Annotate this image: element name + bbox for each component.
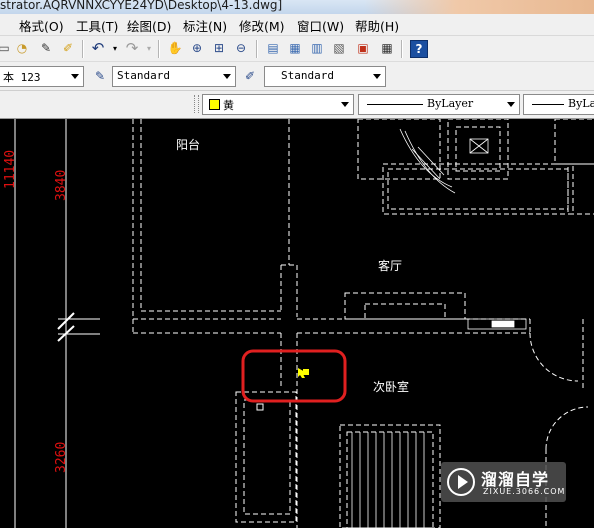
dimension-text-3840: 3840 bbox=[54, 170, 69, 201]
color-select[interactable]: 黄 bbox=[202, 94, 354, 115]
styles-toolbar: 本 123 ✎ Standard ✐ Standard bbox=[0, 62, 594, 91]
room-label-balcony: 阳台 bbox=[176, 137, 200, 152]
zoom-window-icon[interactable]: ⊞ bbox=[211, 40, 227, 56]
chevron-down-icon bbox=[71, 74, 79, 79]
menu-modify[interactable]: 修改(M) bbox=[239, 16, 285, 35]
undo-dropdown-icon[interactable]: ▾ bbox=[107, 40, 123, 56]
menu-draw[interactable]: 绘图(D) bbox=[127, 16, 171, 35]
lineweight-preview bbox=[532, 104, 564, 105]
redo-dropdown-icon[interactable]: ▾ bbox=[141, 40, 157, 56]
table-style-icon[interactable]: ✐ bbox=[242, 68, 258, 84]
sheet-set-icon[interactable]: ▧ bbox=[331, 40, 347, 56]
properties-toolbar: 黄 ByLayer ByLa bbox=[0, 91, 594, 119]
page-setup-icon[interactable]: ▭ bbox=[0, 40, 12, 56]
design-center-icon[interactable]: ▦ bbox=[287, 40, 303, 56]
linetype-preview bbox=[367, 104, 423, 105]
dimension-text-3260: 3260 bbox=[54, 442, 69, 473]
dimension-style-value: Standard bbox=[117, 69, 170, 82]
help-icon[interactable]: ? bbox=[410, 40, 428, 58]
toolbar-separator bbox=[256, 40, 258, 58]
chevron-down-icon bbox=[341, 102, 349, 107]
chevron-down-icon bbox=[373, 74, 381, 79]
properties-icon[interactable]: ▤ bbox=[265, 40, 281, 56]
text-style-select[interactable]: 本 123 bbox=[0, 66, 84, 87]
text-style-value: 本 123 bbox=[3, 71, 41, 84]
zoom-realtime-icon[interactable]: ⊕ bbox=[189, 40, 205, 56]
lineweight-value: ByLa bbox=[568, 97, 594, 110]
play-logo-icon bbox=[447, 468, 475, 496]
markup-icon[interactable]: ▣ bbox=[355, 40, 371, 56]
dimension-style-select[interactable]: Standard bbox=[112, 66, 236, 87]
wardrobe-slats bbox=[351, 432, 425, 528]
redo-icon[interactable]: ↷ bbox=[124, 39, 140, 57]
room-label-bedroom: 次卧室 bbox=[373, 379, 409, 394]
match-properties-icon[interactable]: ✎ bbox=[38, 40, 54, 56]
color-swatch bbox=[209, 99, 220, 110]
toolbar-grip[interactable] bbox=[194, 95, 199, 113]
lineweight-select[interactable]: ByLa bbox=[523, 94, 594, 115]
standard-toolbar: ▭ ◔ ✎ ✐ ↶ ▾ ↷ ▾ ✋ ⊕ ⊞ ⊖ ▤ ▦ ▥ ▧ ▣ ▦ ? bbox=[0, 36, 594, 62]
toolbar-separator bbox=[158, 40, 160, 58]
menu-window[interactable]: 窗口(W) bbox=[297, 16, 344, 35]
linetype-select[interactable]: ByLayer bbox=[358, 94, 520, 115]
table-style-select[interactable]: Standard bbox=[264, 66, 386, 87]
chevron-down-icon bbox=[223, 74, 231, 79]
watermark-subtitle: ZIXUE.3066.COM bbox=[483, 487, 566, 496]
menu-bar: 格式(O) 工具(T) 绘图(D) 标注(N) 修改(M) 窗口(W) 帮助(H… bbox=[0, 14, 594, 36]
cursor-icon bbox=[298, 368, 309, 378]
title-bar-background bbox=[364, 0, 594, 14]
watermark: 溜溜自学 ZIXUE.3066.COM bbox=[441, 462, 566, 502]
linetype-value: ByLayer bbox=[427, 97, 474, 110]
menu-tools[interactable]: 工具(T) bbox=[76, 16, 118, 35]
grip-point[interactable] bbox=[256, 403, 264, 411]
menu-format[interactable]: 格式(O) bbox=[19, 16, 64, 35]
quick-calc-icon[interactable]: ▦ bbox=[379, 40, 395, 56]
room-label-living: 客厅 bbox=[378, 258, 402, 273]
toolbar-separator bbox=[82, 40, 84, 58]
paint-brush-icon[interactable]: ✐ bbox=[60, 40, 76, 56]
publish-icon[interactable]: ◔ bbox=[14, 40, 30, 56]
title-bar: strator.AQRVNNXCYYE24YD\Desktop\4-13.dwg… bbox=[0, 0, 594, 14]
menu-dimension[interactable]: 标注(N) bbox=[183, 16, 227, 35]
menu-help[interactable]: 帮助(H) bbox=[355, 16, 399, 35]
hatch-pattern bbox=[399, 128, 527, 330]
dimension-text-11140: 11140 bbox=[3, 150, 18, 189]
pan-icon[interactable]: ✋ bbox=[167, 40, 183, 56]
color-value: 黄 bbox=[223, 99, 234, 112]
window-title: strator.AQRVNNXCYYE24YD\Desktop\4-13.dwg… bbox=[0, 0, 283, 12]
chevron-down-icon bbox=[507, 102, 515, 107]
zoom-previous-icon[interactable]: ⊖ bbox=[233, 40, 249, 56]
table-style-value: Standard bbox=[281, 69, 334, 82]
toolbar-separator bbox=[401, 40, 403, 58]
tool-palettes-icon[interactable]: ▥ bbox=[309, 40, 325, 56]
dimension-style-icon[interactable]: ✎ bbox=[92, 68, 108, 84]
highlight-box bbox=[241, 349, 347, 403]
undo-icon[interactable]: ↶ bbox=[90, 39, 106, 57]
